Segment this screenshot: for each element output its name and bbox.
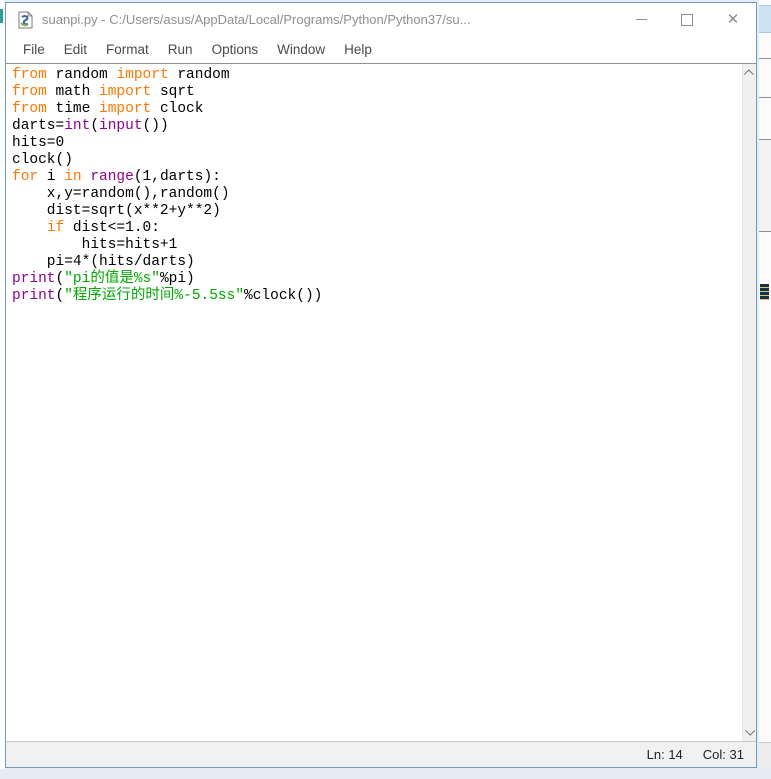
close-button[interactable]: ✕ bbox=[710, 3, 756, 36]
background-teal-mark bbox=[0, 9, 3, 23]
idle-editor-window: suanpi.py - C:/Users/asus/AppData/Local/… bbox=[5, 2, 757, 768]
code-line: dist=sqrt(x**2+y**2) bbox=[12, 203, 221, 219]
code-line: hits=0 bbox=[12, 135, 65, 151]
minimize-icon bbox=[635, 19, 647, 20]
close-icon: ✕ bbox=[726, 10, 740, 28]
background-blue-block bbox=[759, 5, 771, 33]
code-line: print("pi的值是%s"%pi) bbox=[12, 271, 195, 287]
status-line-indicator: Ln: 14 bbox=[646, 747, 683, 762]
code-line: darts=int(input()) bbox=[12, 118, 169, 134]
window-title: suanpi.py - C:/Users/asus/AppData/Local/… bbox=[42, 12, 471, 27]
chevron-down-icon bbox=[745, 725, 756, 736]
background-divider bbox=[759, 231, 771, 232]
background-window-right-sliver bbox=[759, 0, 771, 770]
code-line: pi=4*(hits/darts) bbox=[12, 254, 195, 270]
editor-pane: from random import random from math impor… bbox=[6, 63, 756, 741]
code-line: from random import random bbox=[12, 67, 230, 83]
vertical-scrollbar[interactable] bbox=[742, 64, 756, 741]
scroll-down-button[interactable] bbox=[743, 724, 756, 739]
code-line: if dist<=1.0: bbox=[46, 220, 160, 236]
code-line: print("程序运行的时间%-5.5ss"%clock()) bbox=[12, 288, 323, 304]
status-col-indicator: Col: 31 bbox=[702, 747, 744, 762]
python-file-icon bbox=[17, 10, 34, 29]
menu-help[interactable]: Help bbox=[344, 42, 372, 57]
desktop-bottom-strip bbox=[0, 769, 771, 779]
code-line: hits=hits+1 bbox=[12, 237, 178, 253]
code-line: clock() bbox=[12, 152, 73, 168]
menu-options[interactable]: Options bbox=[212, 42, 259, 57]
desktop-stage: suanpi.py - C:/Users/asus/AppData/Local/… bbox=[0, 0, 771, 779]
background-divider bbox=[759, 97, 771, 98]
scroll-up-button[interactable] bbox=[743, 66, 756, 81]
maximize-button[interactable] bbox=[664, 3, 710, 36]
code-line: from math import sqrt bbox=[12, 84, 195, 100]
title-bar[interactable]: suanpi.py - C:/Users/asus/AppData/Local/… bbox=[6, 3, 756, 36]
background-statusbar-sliver bbox=[759, 742, 771, 770]
menu-window[interactable]: Window bbox=[277, 42, 325, 57]
background-small-icon bbox=[760, 284, 769, 300]
menu-bar: File Edit Format Run Options Window Help bbox=[6, 36, 756, 63]
code-line: for i in range(1,darts): bbox=[12, 169, 221, 185]
menu-format[interactable]: Format bbox=[106, 42, 149, 57]
status-bar: Ln: 14 Col: 31 bbox=[6, 741, 756, 767]
menu-file[interactable]: File bbox=[23, 42, 45, 57]
menu-run[interactable]: Run bbox=[168, 42, 193, 57]
window-controls: ✕ bbox=[618, 3, 756, 36]
code-line: from time import clock bbox=[12, 101, 204, 117]
background-shaded-area bbox=[759, 140, 771, 231]
code-area[interactable]: from random import random from math impor… bbox=[6, 64, 743, 741]
code-line: x,y=random(),random() bbox=[12, 186, 230, 202]
menu-edit[interactable]: Edit bbox=[64, 42, 87, 57]
chevron-up-icon bbox=[743, 69, 754, 80]
background-divider bbox=[759, 58, 771, 59]
minimize-button[interactable] bbox=[618, 3, 664, 36]
maximize-icon bbox=[681, 13, 693, 26]
